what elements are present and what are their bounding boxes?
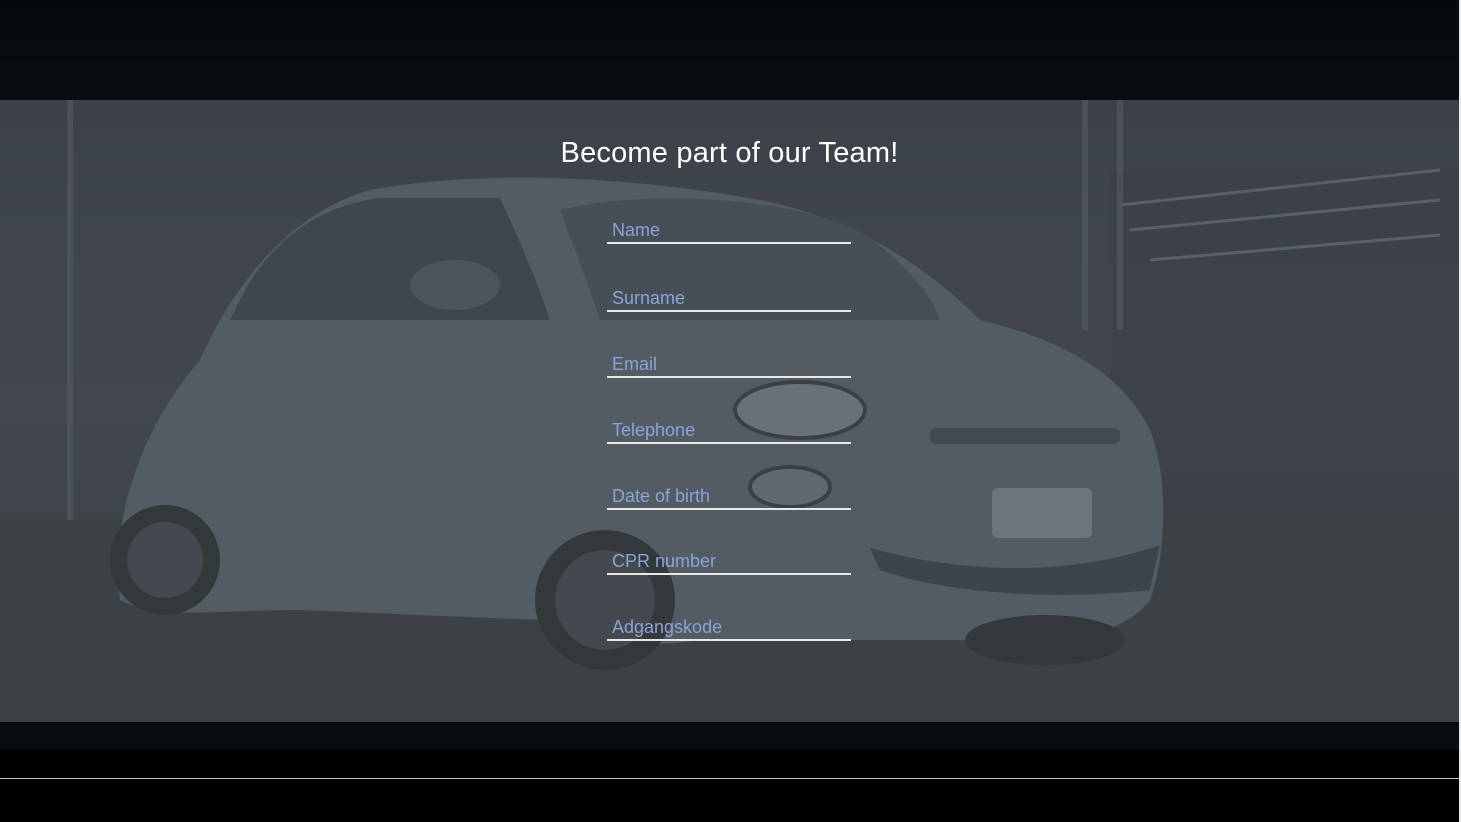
- bottom-shade: [0, 722, 1459, 750]
- footer-divider: [0, 778, 1459, 779]
- cpr-number-input[interactable]: [607, 549, 851, 575]
- surname-input[interactable]: [607, 286, 851, 312]
- form-title: Become part of our Team!: [560, 137, 899, 169]
- name-input[interactable]: [607, 218, 851, 244]
- password-input[interactable]: [607, 615, 851, 641]
- telephone-input[interactable]: [607, 418, 851, 444]
- email-input[interactable]: [607, 352, 851, 378]
- date-of-birth-input[interactable]: [607, 484, 851, 510]
- top-shade: [0, 0, 1459, 100]
- signup-page: Become part of our Team!: [0, 0, 1461, 822]
